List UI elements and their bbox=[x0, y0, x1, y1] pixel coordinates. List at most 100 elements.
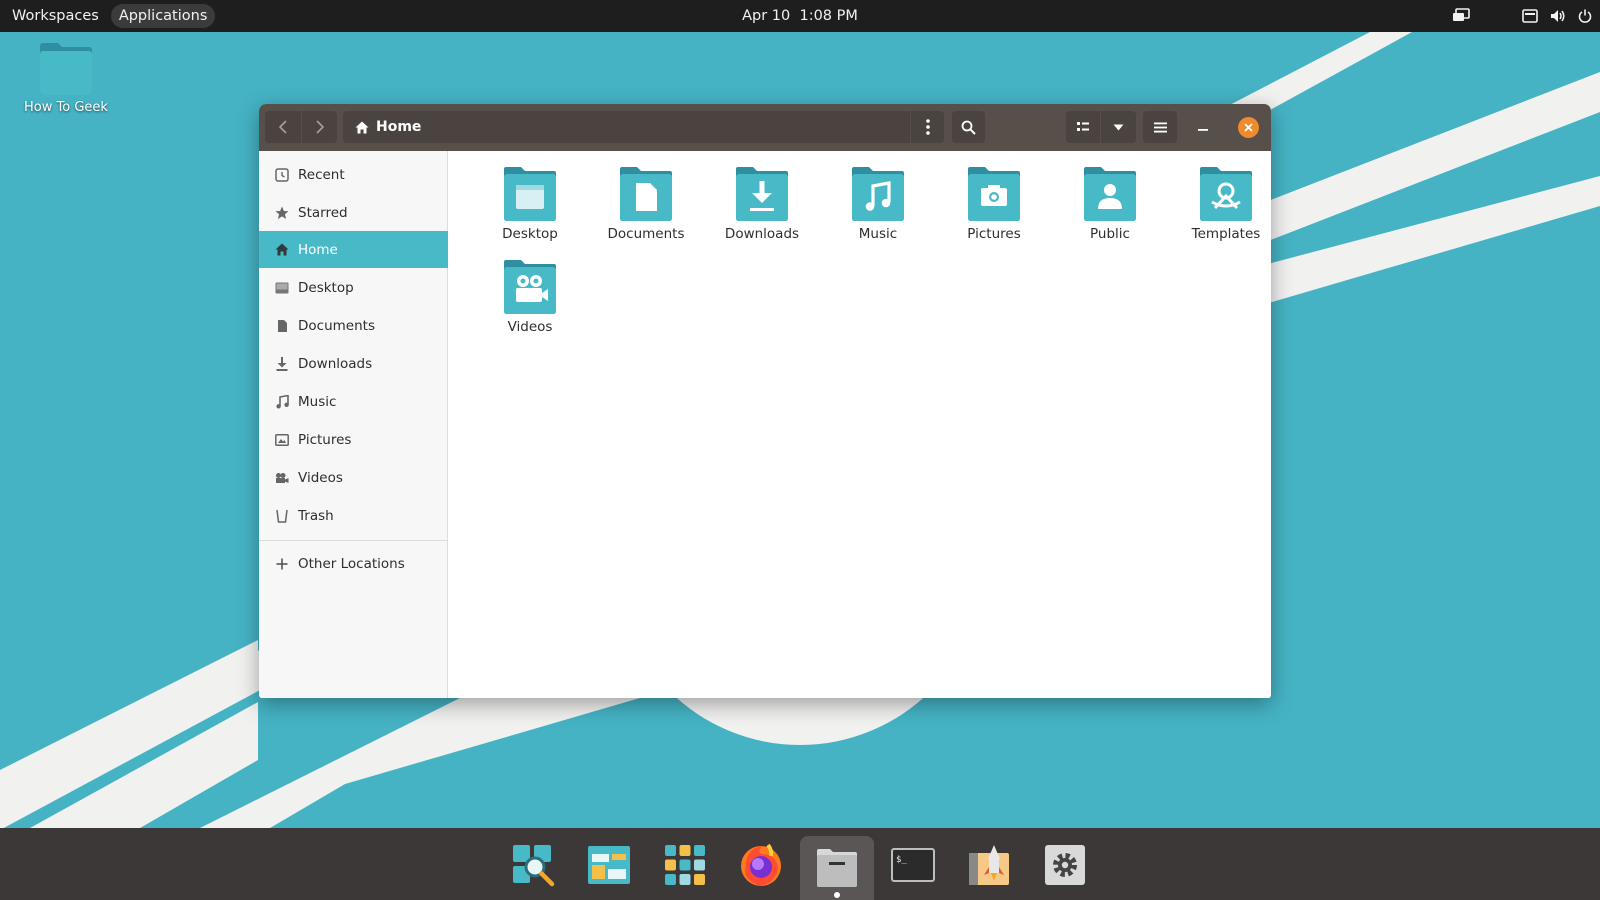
sidebar-item-label: Recent bbox=[298, 166, 345, 183]
home-icon bbox=[355, 121, 369, 133]
clock-time[interactable]: 1:08 PM bbox=[799, 8, 857, 24]
desktop-folder-icon bbox=[504, 167, 556, 221]
dock-settings[interactable] bbox=[1028, 836, 1102, 894]
sidebar-item-downloads[interactable]: Downloads bbox=[259, 345, 448, 382]
search-icon bbox=[961, 120, 976, 135]
sidebar-item-other-locations[interactable]: Other Locations bbox=[259, 545, 448, 582]
sidebar-item-label: Home bbox=[298, 241, 338, 258]
main-menu-button[interactable] bbox=[1143, 111, 1177, 143]
path-menu-button[interactable] bbox=[911, 111, 944, 143]
folder-label: Music bbox=[858, 226, 898, 242]
dock-app-grid[interactable] bbox=[648, 836, 722, 894]
dock-firefox[interactable] bbox=[724, 836, 798, 894]
power-icon[interactable] bbox=[1578, 9, 1592, 23]
dock-terminal[interactable]: $_ bbox=[876, 836, 950, 894]
list-view-icon bbox=[1077, 122, 1089, 131]
sidebar-item-pictures[interactable]: Pictures bbox=[259, 421, 448, 458]
videos-icon bbox=[276, 472, 289, 483]
dock-pop-shop[interactable] bbox=[952, 836, 1026, 894]
search-button[interactable] bbox=[952, 111, 985, 143]
file-view: Desktop Documents Downloads Music Pictur… bbox=[449, 151, 1271, 698]
sidebar-item-documents[interactable]: Documents bbox=[259, 307, 448, 344]
downloads-folder-icon bbox=[736, 167, 788, 221]
desktop-folder-how-to-geek[interactable]: How To Geek bbox=[22, 42, 110, 115]
top-panel: Workspaces Applications Apr 10 1:08 PM bbox=[0, 0, 1600, 32]
videos-folder-icon bbox=[504, 260, 556, 314]
folder-pictures[interactable]: Pictures bbox=[936, 166, 1052, 242]
clock-date[interactable]: Apr 10 bbox=[742, 8, 790, 24]
workspaces-app-icon bbox=[588, 846, 630, 884]
applications-button[interactable]: Applications bbox=[110, 4, 216, 28]
chevron-right-icon bbox=[315, 120, 324, 134]
sidebar-divider bbox=[259, 540, 448, 541]
sidebar-item-home[interactable]: Home bbox=[259, 231, 448, 268]
dock: $_ bbox=[0, 828, 1600, 900]
keyboard-icon[interactable] bbox=[1522, 9, 1538, 23]
sidebar-item-recent[interactable]: Recent bbox=[259, 156, 448, 193]
minimize-button[interactable] bbox=[1187, 111, 1219, 143]
music-folder-icon bbox=[852, 167, 904, 221]
sidebar-item-music[interactable]: Music bbox=[259, 383, 448, 420]
clock: Apr 10 1:08 PM bbox=[0, 8, 1600, 24]
documents-folder-icon bbox=[620, 167, 672, 221]
firefox-icon bbox=[741, 843, 781, 886]
folder-icon bbox=[40, 43, 92, 95]
view-mode-button[interactable] bbox=[1066, 111, 1100, 143]
folder-label: Templates bbox=[1191, 226, 1261, 242]
path-label: Home bbox=[376, 119, 422, 135]
folder-templates[interactable]: Templates bbox=[1168, 166, 1271, 242]
sidebar-item-label: Videos bbox=[298, 469, 343, 486]
desktop-folder-label: How To Geek bbox=[24, 100, 108, 115]
active-indicator bbox=[834, 892, 840, 898]
templates-folder-icon bbox=[1200, 167, 1252, 221]
system-tray bbox=[1452, 0, 1592, 32]
close-icon bbox=[1244, 123, 1253, 132]
minimize-icon bbox=[1198, 129, 1208, 131]
sidebar-item-desktop[interactable]: Desktop bbox=[259, 269, 448, 306]
dock-files-app[interactable] bbox=[800, 836, 874, 900]
chevron-left-icon bbox=[278, 120, 287, 134]
folder-desktop[interactable]: Desktop bbox=[472, 166, 588, 242]
headerbar: Home bbox=[259, 104, 1271, 151]
dock-workspaces-app[interactable] bbox=[572, 836, 646, 894]
sidebar-item-trash[interactable]: Trash bbox=[259, 497, 448, 534]
files-app-icon bbox=[817, 849, 857, 887]
forward-button[interactable] bbox=[302, 111, 337, 143]
folder-label: Downloads bbox=[724, 226, 800, 242]
trash-icon bbox=[276, 509, 288, 523]
sidebar-item-label: Starred bbox=[298, 204, 348, 221]
volume-icon[interactable] bbox=[1550, 9, 1566, 23]
folder-public[interactable]: Public bbox=[1052, 166, 1168, 242]
sidebar-item-label: Downloads bbox=[298, 355, 373, 372]
recent-icon bbox=[275, 167, 289, 182]
sidebar-item-starred[interactable]: Starred bbox=[259, 194, 448, 231]
folder-documents[interactable]: Documents bbox=[588, 166, 704, 242]
sidebar-item-videos[interactable]: Videos bbox=[259, 459, 448, 496]
workspaces-button[interactable]: Workspaces bbox=[4, 4, 107, 28]
dock-search-app[interactable] bbox=[496, 836, 570, 894]
display-icon[interactable] bbox=[1452, 8, 1470, 24]
pop-shop-icon bbox=[969, 845, 1009, 885]
hamburger-menu-icon bbox=[1153, 122, 1167, 132]
folder-videos[interactable]: Videos bbox=[472, 259, 588, 335]
folder-label: Desktop bbox=[502, 226, 558, 242]
plus-icon bbox=[276, 558, 288, 569]
sidebar-item-label: Documents bbox=[298, 317, 375, 334]
sidebar-item-label: Pictures bbox=[298, 431, 352, 448]
close-button[interactable] bbox=[1238, 117, 1259, 138]
more-vertical-icon bbox=[925, 119, 930, 135]
home-icon bbox=[275, 243, 289, 256]
view-options-button[interactable] bbox=[1101, 111, 1136, 143]
pictures-folder-icon bbox=[968, 167, 1020, 221]
sidebar-item-label: Music bbox=[298, 393, 337, 410]
folder-downloads[interactable]: Downloads bbox=[704, 166, 820, 242]
folder-label: Public bbox=[1090, 226, 1130, 242]
star-icon bbox=[275, 206, 289, 219]
folder-music[interactable]: Music bbox=[820, 166, 936, 242]
svg-text:$_: $_ bbox=[896, 855, 907, 865]
folder-label: Pictures bbox=[967, 226, 1021, 242]
sidebar-item-label: Desktop bbox=[298, 279, 354, 296]
sidebar-item-label: Other Locations bbox=[298, 555, 405, 572]
back-button[interactable] bbox=[265, 111, 301, 143]
path-bar[interactable]: Home bbox=[343, 111, 910, 143]
